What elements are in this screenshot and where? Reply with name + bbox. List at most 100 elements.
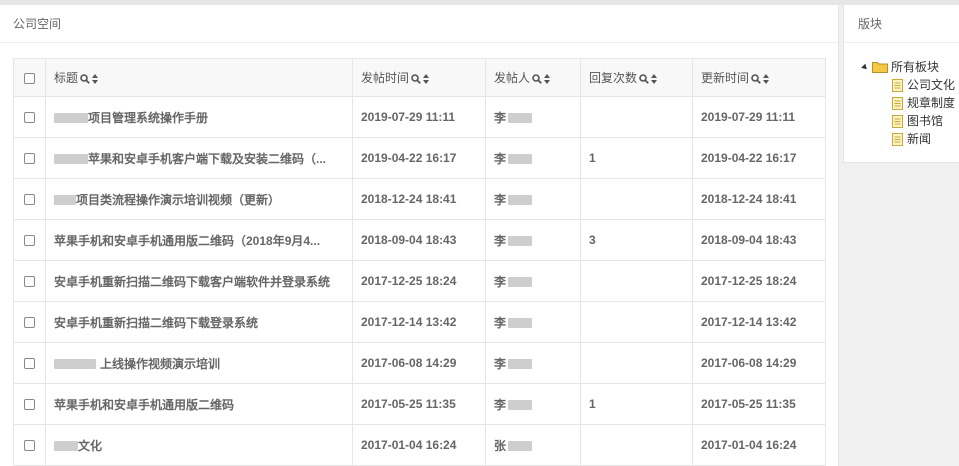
reply-count: 1 [580,383,693,425]
sort-icon[interactable] [92,73,99,84]
redacted-text [508,359,533,370]
post-time: 2017-05-25 11:35 [352,383,486,425]
row-checkbox[interactable] [24,440,35,452]
tree-node-all-boards[interactable]: 所有板块 [844,58,959,76]
post-title[interactable]: 苹果手机和安卓手机通用版二维码 [45,383,353,425]
sort-icon[interactable] [544,73,551,84]
post-time: 2019-04-22 16:17 [352,137,486,179]
redacted-text [508,195,533,206]
search-icon[interactable] [80,74,90,84]
sort-icon[interactable] [423,73,430,84]
post-title[interactable]: 文化 [45,424,353,466]
board-panel-title: 版块 [844,5,959,43]
table-row[interactable]: 项目管理系统操作手册 2019-07-29 11:11 李 2019-07-29… [13,96,826,138]
reply-count [580,424,693,466]
tree-node-board[interactable]: 公司文化 [844,76,959,94]
update-time: 2017-05-25 11:35 [692,383,826,425]
post-title[interactable]: 上线操作视频演示培训 [45,342,353,384]
update-time: 2018-09-04 18:43 [692,219,826,261]
document-icon [892,114,903,128]
poster: 李 [485,96,581,138]
board-tree: 所有板块 公司文化 规章制度 图书馆 新闻 [844,43,959,148]
poster: 李 [485,178,581,220]
reply-count [580,342,693,384]
poster: 张 [485,424,581,466]
table-row[interactable]: 项目类流程操作演示培训视频（更新） 2018-12-24 18:41 李 201… [13,178,826,220]
column-post-time[interactable]: 发帖时间 [352,58,486,97]
post-title[interactable]: 项目管理系统操作手册 [45,96,353,138]
tree-node-board[interactable]: 规章制度 [844,94,959,112]
reply-count [580,178,693,220]
table-header-row: 标题 发帖时间 发帖人 回复次数 更新时间 [13,58,826,97]
post-time: 2018-09-04 18:43 [352,219,486,261]
post-time: 2017-12-25 18:24 [352,260,486,302]
posts-table: 标题 发帖时间 发帖人 回复次数 更新时间 项目管理系统操作手册 2019-07… [13,58,826,466]
table-row[interactable]: 苹果手机和安卓手机通用版二维码（2018年9月4... 2018-09-04 1… [13,219,826,261]
search-icon[interactable] [639,74,649,84]
update-time: 2017-06-08 14:29 [692,342,826,384]
post-title[interactable]: 苹果和安卓手机客户端下载及安装二维码（... [45,137,353,179]
document-icon [892,132,903,146]
row-checkbox[interactable] [24,358,35,370]
table-row[interactable]: 苹果和安卓手机客户端下载及安装二维码（... 2019-04-22 16:17 … [13,137,826,179]
poster: 李 [485,342,581,384]
expand-toggle-icon[interactable] [861,63,869,71]
reply-count: 3 [580,219,693,261]
panel-title: 公司空间 [0,5,838,43]
table-row[interactable]: 苹果手机和安卓手机通用版二维码 2017-05-25 11:35 李 1 201… [13,383,826,425]
table-row[interactable]: 文化 2017-01-04 16:24 张 2017-01-04 16:24 [13,424,826,466]
post-title[interactable]: 安卓手机重新扫描二维码下载客户端软件并登录系统 [45,260,353,302]
post-time: 2017-06-08 14:29 [352,342,486,384]
post-time: 2018-12-24 18:41 [352,178,486,220]
table-row[interactable]: 上线操作视频演示培训 2017-06-08 14:29 李 2017-06-08… [13,342,826,384]
update-time: 2019-04-22 16:17 [692,137,826,179]
table-row[interactable]: 安卓手机重新扫描二维码下载登录系统 2017-12-14 13:42 李 201… [13,301,826,343]
row-checkbox[interactable] [24,194,35,206]
document-icon [892,78,903,92]
search-icon[interactable] [532,74,542,84]
select-all-checkbox[interactable] [24,72,35,84]
row-checkbox[interactable] [24,153,35,165]
redacted-text [508,400,533,411]
main-panel: 公司空间 标题 发帖时间 发帖人 回复次数 更新时间 项目管理系统操作手册 20… [0,5,839,466]
poster: 李 [485,301,581,343]
reply-count [580,260,693,302]
search-icon[interactable] [411,74,421,84]
redacted-text [54,154,88,165]
sort-icon[interactable] [651,73,658,84]
reply-count: 1 [580,137,693,179]
column-reply-count[interactable]: 回复次数 [580,58,693,97]
poster: 李 [485,219,581,261]
redacted-text [54,441,78,452]
post-title[interactable]: 安卓手机重新扫描二维码下载登录系统 [45,301,353,343]
post-title[interactable]: 项目类流程操作演示培训视频（更新） [45,178,353,220]
redacted-text [508,154,533,165]
tree-node-board[interactable]: 新闻 [844,130,959,148]
row-checkbox[interactable] [24,399,35,411]
tree-node-board[interactable]: 图书馆 [844,112,959,130]
row-checkbox[interactable] [24,112,35,124]
redacted-text [508,277,533,288]
column-title[interactable]: 标题 [45,58,353,97]
update-time: 2019-07-29 11:11 [692,96,826,138]
post-title[interactable]: 苹果手机和安卓手机通用版二维码（2018年9月4... [45,219,353,261]
poster: 李 [485,383,581,425]
document-icon [892,96,903,110]
search-icon[interactable] [751,74,761,84]
redacted-text [508,318,533,329]
row-checkbox[interactable] [24,317,35,329]
redacted-text [54,359,96,370]
update-time: 2018-12-24 18:41 [692,178,826,220]
sort-icon[interactable] [763,73,770,84]
redacted-text [508,236,533,247]
row-checkbox[interactable] [24,276,35,288]
row-checkbox[interactable] [24,235,35,247]
redacted-text [508,441,533,452]
redacted-text [508,113,533,124]
column-update-time[interactable]: 更新时间 [692,58,826,97]
column-poster[interactable]: 发帖人 [485,58,581,97]
post-time: 2017-12-14 13:42 [352,301,486,343]
table-row[interactable]: 安卓手机重新扫描二维码下载客户端软件并登录系统 2017-12-25 18:24… [13,260,826,302]
folder-icon [872,62,888,73]
post-time: 2019-07-29 11:11 [352,96,486,138]
